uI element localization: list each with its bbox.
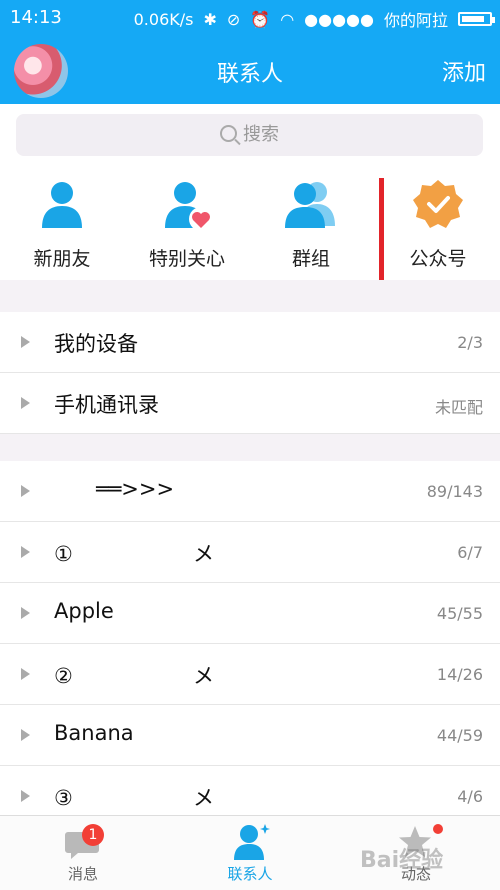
- section-gap: [0, 280, 500, 312]
- app-header: 联系人 添加: [0, 36, 500, 104]
- watermark: Bai经验: [360, 848, 444, 873]
- group-count: 45/55: [436, 604, 483, 623]
- quick-item-label: 新朋友: [33, 248, 91, 270]
- quick-item-label: 特别关心: [148, 248, 225, 270]
- person-icon: [42, 182, 82, 228]
- group-row[interactable]: Banana 44/59: [0, 705, 500, 766]
- group-count: 6/7: [457, 543, 483, 562]
- carrier-name: 你的阿拉: [383, 11, 448, 30]
- battery-fill: [462, 16, 484, 22]
- quick-item-special-care[interactable]: 特别关心: [132, 176, 242, 271]
- expand-arrow-icon: [21, 790, 30, 802]
- group-label: Banana: [54, 721, 134, 745]
- annotation-mark: [379, 178, 485, 286]
- group-label: ③ メ: [54, 786, 214, 810]
- expand-arrow-icon: [21, 607, 30, 619]
- tab-label: 联系人: [227, 865, 273, 883]
- group-row-devices[interactable]: 我的设备 2/3: [0, 312, 500, 373]
- group-row[interactable]: Apple 45/55: [0, 583, 500, 644]
- status-time: 14:13: [10, 7, 62, 28]
- group-count: 未匹配: [434, 398, 483, 417]
- bluetooth-icon: ✱: [203, 9, 217, 29]
- expand-arrow-icon: [21, 729, 30, 741]
- group-label: ① メ: [54, 542, 214, 566]
- group-label: 我的设备: [54, 332, 138, 356]
- search-input[interactable]: 搜索: [16, 114, 483, 156]
- tab-label: 消息: [67, 865, 98, 883]
- expand-arrow-icon: [21, 668, 30, 680]
- expand-arrow-icon: [21, 336, 30, 348]
- network-speed: 0.06K/s: [133, 9, 194, 29]
- group-icon: [285, 182, 335, 228]
- group-row[interactable]: ② メ 14/26: [0, 644, 500, 705]
- group-row[interactable]: ══>>> 89/143: [0, 461, 500, 522]
- add-button[interactable]: 添加: [442, 55, 486, 87]
- status-bar: 14:13 0.06K/s ✱ ⊘ ⏰ ◠ ●●●●● 你的阿拉: [0, 0, 500, 36]
- quick-item-groups[interactable]: 群组: [256, 176, 366, 271]
- mute-icon: ⊘: [226, 9, 241, 29]
- group-label: ② メ: [54, 664, 214, 688]
- page-title: 联系人: [216, 62, 283, 87]
- expand-arrow-icon: [21, 485, 30, 497]
- quick-item-label: 群组: [291, 248, 330, 270]
- group-row[interactable]: ① メ 6/7: [0, 522, 500, 583]
- group-row-phone-contacts[interactable]: 手机通讯录 未匹配: [0, 373, 500, 434]
- person-heart-icon: [165, 182, 213, 231]
- wifi-icon: ◠: [280, 9, 295, 29]
- alarm-icon: ⏰: [250, 9, 271, 29]
- unread-badge: 1: [82, 824, 104, 846]
- group-label: ══>>>: [96, 477, 175, 501]
- tab-messages[interactable]: 1 消息: [0, 816, 166, 890]
- group-count: 89/143: [426, 482, 483, 501]
- contacts-icon: [234, 824, 270, 860]
- group-count: 44/59: [436, 726, 483, 745]
- notification-dot: [433, 824, 443, 834]
- group-count: 4/6: [457, 787, 483, 806]
- search-area: 搜索: [0, 104, 500, 168]
- group-label: 手机通讯录: [54, 393, 159, 417]
- status-right: 0.06K/s ✱ ⊘ ⏰ ◠ ●●●●● 你的阿拉: [133, 7, 495, 31]
- expand-arrow-icon: [21, 546, 30, 558]
- group-count: 14/26: [436, 665, 483, 684]
- expand-arrow-icon: [21, 397, 30, 409]
- search-icon: [220, 125, 237, 142]
- quick-item-new-friends[interactable]: 新朋友: [7, 176, 117, 271]
- battery-icon: [458, 12, 495, 26]
- group-label: Apple: [54, 599, 114, 623]
- tab-contacts[interactable]: 联系人: [167, 816, 333, 890]
- signal-icon: ●●●●●: [304, 9, 374, 29]
- section-gap: [0, 433, 500, 461]
- search-placeholder: 搜索: [243, 124, 279, 145]
- group-count: 2/3: [457, 333, 483, 352]
